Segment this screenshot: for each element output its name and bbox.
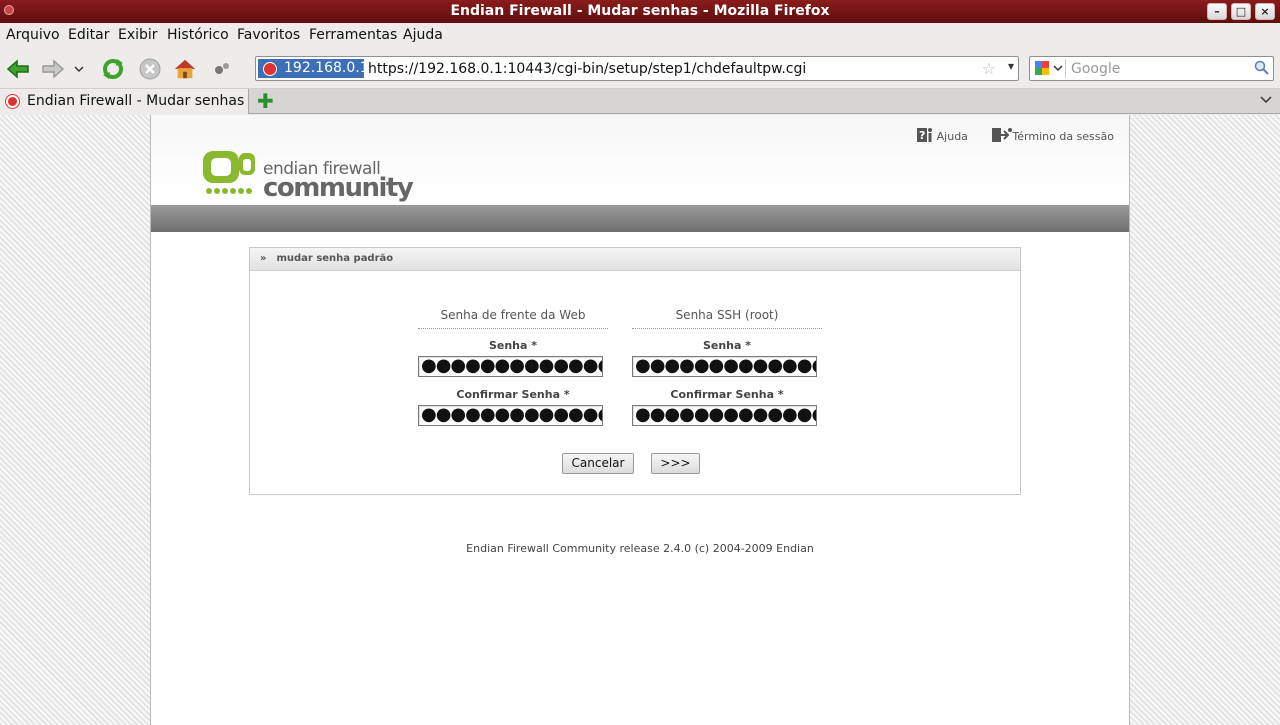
tab-bar: Endian Firewall - Mudar senhas ✚ [0, 89, 1280, 114]
tab-favicon-icon [6, 95, 19, 108]
search-box[interactable]: Google [1029, 56, 1274, 81]
minimize-button[interactable]: – [1207, 3, 1227, 20]
next-button[interactable]: >>> [651, 453, 700, 474]
history-dropdown-icon[interactable] [72, 57, 86, 81]
navigation-toolbar: 192.168.0.1 https://192.168.0.1:10443/cg… [0, 47, 1280, 89]
panel-header: » mudar senha padrão [250, 248, 1020, 271]
web-password-heading: Senha de frente da Web [418, 308, 608, 329]
panel-title: mudar senha padrão [276, 253, 394, 264]
search-engine-selector[interactable] [1032, 59, 1066, 78]
ssh-password-input[interactable]: ●●●●●●●●●●●●●● [632, 356, 817, 377]
change-password-panel: » mudar senha padrão Senha de frente da W… [249, 247, 1021, 495]
stop-icon[interactable] [138, 57, 162, 81]
site-identity-label: 192.168.0.1 [284, 60, 369, 76]
help-label: Ajuda [936, 130, 968, 143]
menu-favoritos[interactable]: Favoritos [237, 27, 300, 43]
tab-label: Endian Firewall - Mudar senhas [27, 93, 245, 109]
url-text[interactable]: https://192.168.0.1:10443/cgi-bin/setup/… [368, 61, 806, 77]
window-title: Endian Firewall - Mudar senhas - Mozilla… [450, 3, 830, 19]
web-password-label: Senha * [488, 339, 538, 352]
ssh-confirm-label: Confirmar Senha * [670, 388, 784, 401]
web-password-input[interactable]: ●●●●●●●●●●●●●● [418, 356, 603, 377]
panel-arrow-icon: » [260, 253, 267, 264]
maximize-button[interactable]: □ [1231, 3, 1251, 20]
site-favicon-icon [263, 62, 277, 76]
logout-label: Término da sessão [1012, 130, 1114, 143]
top-links: ? Ajuda Término da sessão [896, 127, 1114, 143]
web-password-column: Senha de frente da Web Senha * ●●●●●●●●●… [418, 308, 608, 426]
cancel-button[interactable]: Cancelar [562, 453, 634, 474]
menu-bar: Arquivo Editar Exibir Histórico Favorito… [0, 23, 1280, 47]
logo-text-line2: community [263, 173, 414, 203]
ssh-password-column: Senha SSH (root) Senha * ●●●●●●●●●●●●●● … [632, 308, 822, 426]
menu-exibir[interactable]: Exibir [118, 27, 158, 43]
menu-historico[interactable]: Histórico [167, 27, 229, 43]
tab-endian-firewall[interactable]: Endian Firewall - Mudar senhas [0, 89, 249, 114]
web-confirm-input[interactable]: ●●●●●●●●●●●●●● [418, 405, 603, 426]
logout-link[interactable]: Término da sessão [991, 127, 1114, 143]
window-titlebar: Endian Firewall - Mudar senhas - Mozilla… [0, 0, 1280, 23]
reload-icon[interactable] [101, 57, 125, 81]
navigation-bar [151, 205, 1129, 232]
menu-editar[interactable]: Editar [68, 27, 109, 43]
bookmark-star-icon[interactable]: ☆ [982, 59, 996, 78]
help-link[interactable]: ? Ajuda [916, 127, 968, 143]
search-icon[interactable] [1254, 60, 1269, 79]
ssh-password-heading: Senha SSH (root) [632, 308, 822, 329]
forward-icon[interactable] [41, 57, 65, 81]
home-icon[interactable] [173, 57, 197, 81]
ssh-confirm-input[interactable]: ●●●●●●●●●●●●●● [632, 405, 817, 426]
web-confirm-label: Confirmar Senha * [456, 388, 570, 401]
help-icon: ? [916, 127, 934, 143]
page-header: ? Ajuda Término da sessão endian firewal… [151, 115, 1129, 205]
svg-text:?: ? [919, 129, 925, 142]
menu-arquivo[interactable]: Arquivo [6, 27, 60, 43]
url-dropdown-icon[interactable]: ▾ [1008, 59, 1014, 73]
tab-list-chevron-icon[interactable] [1260, 93, 1272, 107]
close-button[interactable]: × [1255, 3, 1275, 20]
page-container: ? Ajuda Término da sessão endian firewal… [150, 115, 1130, 725]
endian-logo: endian firewall community [201, 149, 414, 205]
site-identity-button[interactable]: 192.168.0.1 [258, 59, 369, 78]
logout-icon [991, 127, 1013, 143]
new-tab-icon[interactable]: ✚ [257, 91, 274, 111]
menu-ferramentas[interactable]: Ferramentas [309, 27, 397, 43]
page-viewport: ? Ajuda Término da sessão endian firewal… [0, 115, 1280, 725]
footer-text: Endian Firewall Community release 2.4.0 … [466, 542, 814, 555]
address-bar[interactable]: 192.168.0.1 https://192.168.0.1:10443/cg… [255, 56, 1019, 81]
endian-logo-mark-icon [203, 151, 255, 194]
menu-ajuda[interactable]: Ajuda [403, 27, 443, 43]
search-placeholder: Google [1071, 61, 1121, 77]
ssh-password-label: Senha * [702, 339, 752, 352]
extension-icon[interactable] [210, 57, 234, 81]
back-icon[interactable] [6, 57, 30, 81]
